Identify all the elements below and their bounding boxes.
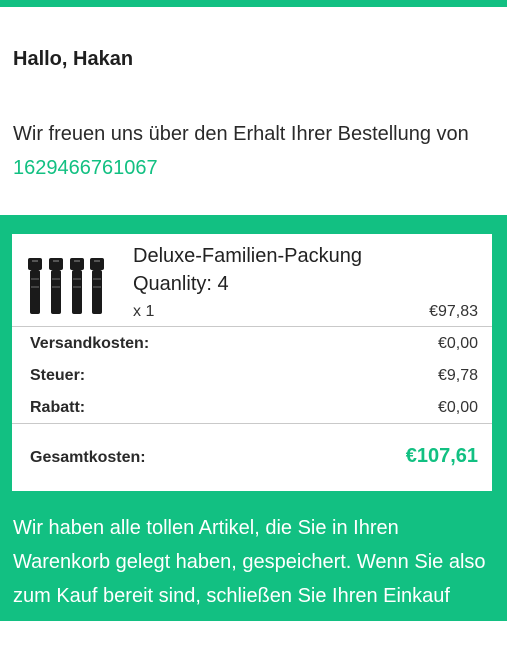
product-quantity: Quanlity: 4 bbox=[133, 273, 229, 295]
shipping-value: €0,00 bbox=[437, 335, 478, 352]
cart-reminder-text: Wir haben alle tollen Artikel, die Sie i… bbox=[13, 517, 486, 641]
discount-row: Rabatt: €0,00 bbox=[12, 391, 492, 423]
total-value: €107,61 bbox=[405, 445, 478, 467]
total-row: Gesamtkosten: €107,61 bbox=[12, 424, 492, 490]
order-summary-section: Deluxe-Familien-Packung Quanlity: 4 x 1 … bbox=[0, 215, 507, 641]
shipping-row: Versandkosten: €0,00 bbox=[12, 327, 492, 359]
order-card: Deluxe-Familien-Packung Quanlity: 4 x 1 … bbox=[12, 234, 492, 491]
order-number-link[interactable]: 1629466761067 bbox=[13, 157, 158, 179]
total-label: Gesamtkosten: bbox=[30, 449, 146, 466]
tax-row: Steuer: €9,78 bbox=[12, 359, 492, 391]
flashlight-pack-icon bbox=[28, 258, 104, 314]
shipping-label: Versandkosten: bbox=[30, 335, 150, 352]
greeting-heading: Hallo, Hakan bbox=[13, 48, 134, 70]
product-row: Deluxe-Familien-Packung Quanlity: 4 x 1 … bbox=[12, 234, 492, 326]
product-multiplier: x 1 bbox=[133, 303, 155, 320]
discount-value: €0,00 bbox=[437, 399, 478, 416]
top-accent-bar bbox=[0, 0, 507, 7]
intro-paragraph: Wir freuen uns über den Erhalt Ihrer Bes… bbox=[13, 117, 493, 185]
product-name[interactable]: Deluxe-Familien-Packung bbox=[133, 245, 362, 268]
tax-value: €9,78 bbox=[437, 367, 478, 384]
tax-label: Steuer: bbox=[30, 367, 86, 384]
intro-text: Wir freuen uns über den Erhalt Ihrer Bes… bbox=[13, 123, 469, 145]
discount-label: Rabatt: bbox=[30, 399, 86, 416]
product-price: €97,83 bbox=[429, 303, 478, 320]
